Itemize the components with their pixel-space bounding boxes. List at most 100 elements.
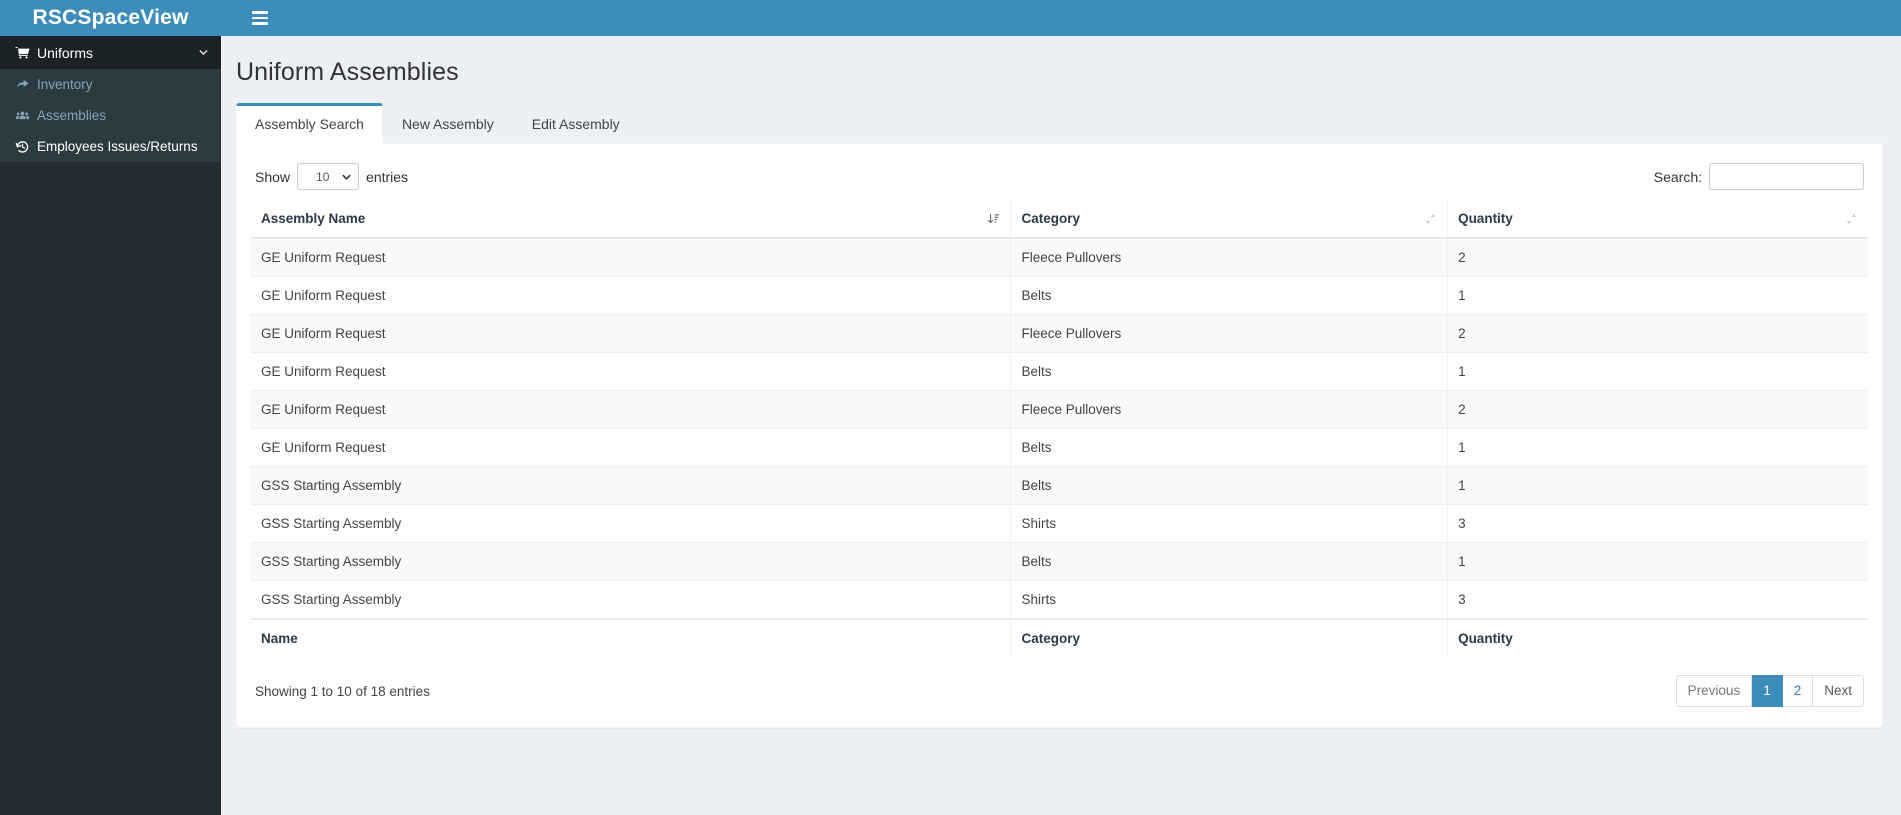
column-header-assembly-name[interactable]: Assembly Name — [251, 200, 1011, 239]
navbar-right — [221, 0, 1901, 36]
cell-assembly-name: GE Uniform Request — [251, 352, 1011, 391]
pagination: Previous 1 2 Next — [1675, 675, 1864, 707]
table-row[interactable]: GSS Starting Assembly Shirts 3 — [251, 580, 1868, 619]
cell-quantity: 1 — [1447, 428, 1868, 467]
datatable-controls: Show 10 25 50 100 — [251, 154, 1868, 196]
share-arrow-icon — [15, 78, 37, 92]
cell-category: Belts — [1010, 352, 1448, 391]
pagination-previous-button[interactable]: Previous — [1675, 675, 1753, 707]
cell-quantity: 1 — [1447, 466, 1868, 505]
footer-label-name: Name — [251, 618, 1011, 657]
cell-assembly-name: GSS Starting Assembly — [251, 466, 1011, 505]
assemblies-table: Assembly Name Category Quantity GE Unifo… — [251, 200, 1868, 657]
app-brand[interactable]: RSCSpaceView — [0, 0, 221, 36]
table-row[interactable]: GE Uniform Request Fleece Pullovers 2 — [251, 390, 1868, 429]
datatable-filter-control: Search: — [1654, 163, 1864, 190]
tab-list: Assembly Search New Assembly Edit Assemb… — [236, 103, 1883, 144]
column-header-category[interactable]: Category — [1010, 200, 1448, 239]
cell-assembly-name: GSS Starting Assembly — [251, 542, 1011, 581]
entries-per-page-select[interactable]: 10 25 50 100 — [297, 163, 360, 190]
search-label: Search: — [1654, 163, 1864, 190]
cell-category: Belts — [1010, 428, 1448, 467]
sidebar-submenu: Inventory Assemblies Employees Issues/Re… — [0, 69, 221, 162]
cell-assembly-name: GE Uniform Request — [251, 314, 1011, 353]
table-head: Assembly Name Category Quantity — [251, 200, 1868, 239]
datatable-length-control: Show 10 25 50 100 — [255, 163, 408, 190]
table-row[interactable]: GE Uniform Request Fleece Pullovers 2 — [251, 237, 1868, 277]
cell-quantity: 2 — [1447, 314, 1868, 353]
table-body: GE Uniform Request Fleece Pullovers 2 GE Un… — [251, 237, 1868, 619]
table-row[interactable]: GSS Starting Assembly Belts 1 — [251, 466, 1868, 505]
column-header-label: Assembly Name — [261, 211, 366, 226]
entries-select-wrapper: 10 25 50 100 — [297, 163, 360, 190]
cell-assembly-name: GE Uniform Request — [251, 428, 1011, 467]
sidebar-item-inventory[interactable]: Inventory — [0, 69, 221, 100]
sort-none-icon — [1424, 212, 1437, 225]
cell-category: Shirts — [1010, 580, 1448, 619]
sidebar-item-uniforms[interactable]: Uniforms — [0, 36, 221, 69]
history-icon — [15, 140, 37, 154]
shopping-cart-icon — [15, 46, 37, 60]
cell-quantity: 3 — [1447, 580, 1868, 619]
datatable-info: Showing 1 to 10 of 18 entries — [255, 683, 430, 699]
tab-edit-assembly[interactable]: Edit Assembly — [513, 103, 639, 144]
table-row[interactable]: GSS Starting Assembly Shirts 3 — [251, 504, 1868, 543]
footer-label-quantity: Quantity — [1447, 618, 1868, 657]
cell-quantity: 1 — [1447, 276, 1868, 315]
pagination-next-button[interactable]: Next — [1813, 675, 1864, 707]
cell-category: Shirts — [1010, 504, 1448, 543]
sidebar-item-employees-issues-returns[interactable]: Employees Issues/Returns — [0, 131, 221, 162]
tab-new-assembly[interactable]: New Assembly — [383, 103, 513, 144]
sort-none-icon — [1845, 212, 1858, 225]
page-title: Uniform Assemblies — [236, 58, 459, 86]
show-label-text: Show — [255, 168, 291, 185]
search-label-text: Search: — [1653, 168, 1702, 185]
sidebar: Uniforms Inventory Assemblies Employees … — [0, 36, 221, 815]
sort-ascending-icon — [987, 212, 1000, 225]
cell-assembly-name: GE Uniform Request — [251, 276, 1011, 315]
column-header-quantity[interactable]: Quantity — [1447, 200, 1868, 239]
pagination-page-1[interactable]: 1 — [1752, 675, 1783, 707]
cell-category: Belts — [1010, 542, 1448, 581]
table-row[interactable]: GE Uniform Request Belts 1 — [251, 276, 1868, 315]
column-header-label: Category — [1021, 211, 1080, 226]
cell-category: Fleece Pullovers — [1010, 390, 1448, 429]
cell-category: Belts — [1010, 276, 1448, 315]
show-entries-label: Show 10 25 50 100 — [255, 163, 408, 190]
sidebar-item-label: Inventory — [37, 77, 93, 92]
content-area: Uniform Assemblies Assembly Search New A… — [221, 36, 1901, 815]
cell-assembly-name: GSS Starting Assembly — [251, 504, 1011, 543]
tab-assembly-search[interactable]: Assembly Search — [236, 103, 383, 144]
sidebar-item-label: Assemblies — [37, 108, 107, 123]
cell-category: Fleece Pullovers — [1010, 314, 1448, 353]
footer-label-category: Category — [1010, 618, 1448, 657]
cell-quantity: 1 — [1447, 352, 1868, 391]
datatable-footer: Showing 1 to 10 of 18 entries Previous 1… — [251, 657, 1868, 709]
table-row[interactable]: GSS Starting Assembly Belts 1 — [251, 542, 1868, 581]
table-header-row: Assembly Name Category Quantity — [251, 200, 1868, 239]
table-footer-row: Name Category Quantity — [251, 618, 1868, 657]
pagination-page-2[interactable]: 2 — [1782, 675, 1814, 707]
column-header-label: Quantity — [1458, 211, 1513, 226]
cell-assembly-name: GE Uniform Request — [251, 237, 1011, 277]
cell-quantity: 3 — [1447, 504, 1868, 543]
hamburger-icon[interactable] — [238, 0, 282, 36]
cell-quantity: 1 — [1447, 542, 1868, 581]
entries-label-text: entries — [366, 168, 409, 185]
table-foot: Name Category Quantity — [251, 618, 1868, 657]
tab-panel-assembly-search: Show 10 25 50 100 — [236, 144, 1883, 728]
sidebar-item-assemblies[interactable]: Assemblies — [0, 100, 221, 131]
table-row[interactable]: GE Uniform Request Belts 1 — [251, 428, 1868, 467]
search-input[interactable] — [1709, 163, 1864, 190]
app-root: RSCSpaceView Uniforms Inventory Assembli… — [0, 0, 1901, 815]
users-group-icon — [15, 109, 37, 123]
table-row[interactable]: GE Uniform Request Belts 1 — [251, 352, 1868, 391]
cell-assembly-name: GE Uniform Request — [251, 390, 1011, 429]
chevron-down-icon — [198, 47, 209, 58]
tab-container: Assembly Search New Assembly Edit Assemb… — [221, 103, 1901, 728]
cell-assembly-name: GSS Starting Assembly — [251, 580, 1011, 619]
sidebar-item-label: Uniforms — [37, 44, 94, 61]
cell-category: Fleece Pullovers — [1010, 237, 1448, 277]
table-row[interactable]: GE Uniform Request Fleece Pullovers 2 — [251, 314, 1868, 353]
sidebar-item-label: Employees Issues/Returns — [37, 139, 198, 154]
